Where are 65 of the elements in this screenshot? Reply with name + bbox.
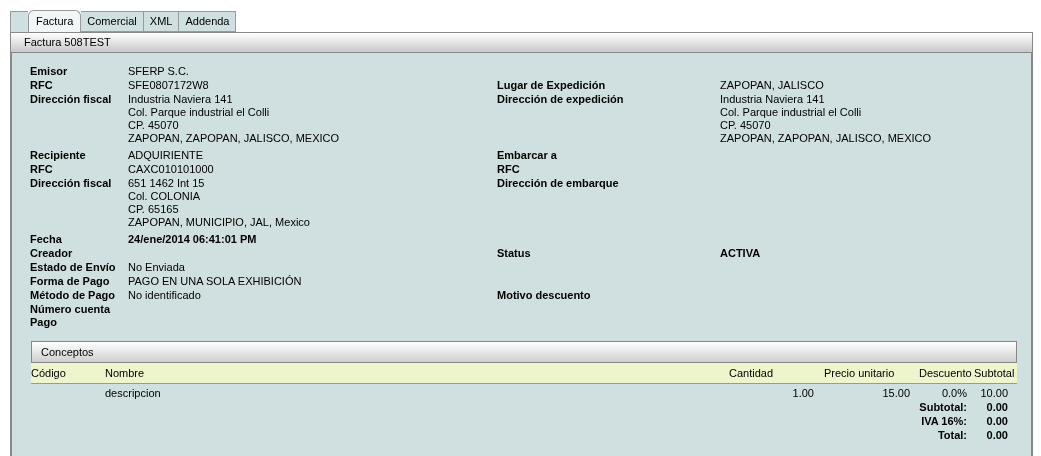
total-label: Subtotal: — [919, 401, 967, 413]
field-value: ZAPOPAN, MUNICIPIO, JAL, Mexico — [128, 216, 310, 229]
total-value: 0.00 — [986, 415, 1008, 427]
tab[interactable]: XML — [143, 11, 180, 32]
field-label: Recipiente — [30, 149, 86, 161]
field-label: RFC — [30, 163, 53, 175]
field-value: SFE0807172W8 — [128, 79, 209, 92]
field-label: Número cuenta Pago — [30, 303, 111, 328]
field-label: RFC — [30, 79, 53, 91]
field-label: Embarcar a — [497, 149, 557, 161]
table-cell: 1.00 — [792, 387, 814, 399]
field-label: Dirección fiscal — [30, 177, 112, 189]
column-header: Código — [31, 366, 66, 379]
total-value: 0.00 — [986, 401, 1008, 413]
table-cell: 15.00 — [882, 387, 910, 399]
field-label: Dirección fiscal — [30, 93, 112, 105]
field-value: 24/ene/2014 06:41:01 PM — [128, 233, 257, 246]
column-header: Precio unitario — [824, 366, 895, 379]
table-cell: descripcion — [105, 387, 161, 399]
tab[interactable]: Comercial — [81, 11, 144, 32]
total-label: Total: — [937, 429, 967, 441]
field-value: Col. Parque industrial el Colli — [128, 106, 270, 119]
field-value: CP. 65165 — [128, 203, 179, 216]
field-value: 651 1462 Int 15 — [128, 177, 205, 190]
field-value: CP. 45070 — [720, 119, 771, 132]
field-value: Col. COLONIA — [128, 190, 201, 203]
total-label: IVA 16%: — [921, 415, 967, 427]
table-cell: 10.00 — [980, 387, 1008, 399]
section-title: Conceptos — [41, 344, 94, 360]
column-header: Nombre — [105, 366, 145, 379]
field-label: Emisor — [30, 65, 68, 77]
field-value: ZAPOPAN, JALISCO — [720, 79, 824, 92]
tab-strip-edge — [10, 11, 28, 32]
field-label: Estado de Envío — [30, 261, 116, 273]
column-header: Subtotal — [974, 366, 1015, 379]
table-cell: 0.0% — [941, 387, 967, 399]
field-value: ZAPOPAN, ZAPOPAN, JALISCO, MEXICO — [720, 132, 932, 145]
field-label: Motivo descuento — [497, 289, 591, 301]
field-value: Industria Naviera 141 — [720, 93, 825, 106]
field-label: Fecha — [30, 233, 62, 245]
field-value: No Enviada — [128, 261, 185, 274]
column-header: Cantidad — [729, 366, 774, 379]
field-label: Forma de Pago — [30, 275, 110, 287]
column-header: Descuento — [919, 366, 972, 379]
field-label: Status — [497, 247, 531, 259]
field-value: ACTIVA — [720, 247, 761, 260]
field-label: Dirección de embarque — [497, 177, 619, 189]
tab[interactable]: Factura — [28, 10, 82, 32]
field-value: SFERP S.C. — [128, 65, 189, 78]
field-label: Método de Pago — [30, 289, 115, 301]
field-value: ZAPOPAN, ZAPOPAN, JALISCO, MEXICO — [128, 132, 340, 145]
panel-title: Factura 508TEST — [24, 35, 111, 51]
field-value: ADQUIRIENTE — [128, 149, 204, 162]
field-value: PAGO EN UNA SOLA EXHIBICIÓN — [128, 275, 302, 288]
tab[interactable]: Addenda — [179, 11, 237, 32]
field-label: Lugar de Expedición — [497, 79, 606, 91]
field-value: Col. Parque industrial el Colli — [720, 106, 862, 119]
field-value: CP. 45070 — [128, 119, 179, 132]
field-value: CAXC010101000 — [128, 163, 214, 176]
field-value: No identificado — [128, 289, 201, 302]
field-label: Dirección de expedición — [497, 93, 624, 105]
field-label: Creador — [30, 247, 73, 259]
field-value: Industria Naviera 141 — [128, 93, 233, 106]
field-label: RFC — [497, 163, 520, 175]
total-value: 0.00 — [986, 429, 1008, 441]
